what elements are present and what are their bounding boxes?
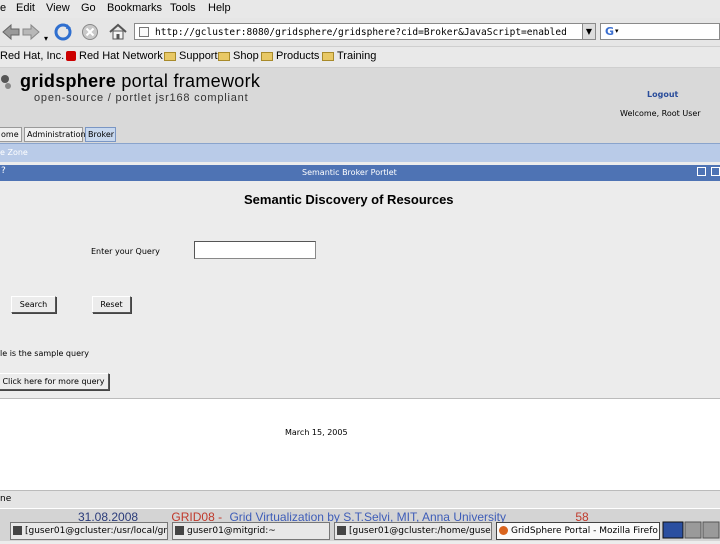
dropdown-arrow-icon[interactable]: ▾ bbox=[42, 27, 50, 49]
portal-title-rest: portal framework bbox=[116, 71, 261, 91]
menu-bar: e Edit View Go Bookmarks Tools Help bbox=[0, 0, 720, 18]
taskbar: 31.08.2008 GRID08 - Grid Virtualization … bbox=[0, 508, 720, 541]
page-footer: March 15, 2005 bbox=[0, 398, 720, 491]
portlet-title: Semantic Broker Portlet bbox=[302, 168, 397, 177]
bookmark-redhat-network[interactable]: Red Hat Network bbox=[66, 50, 163, 62]
tab-administration[interactable]: Administration bbox=[24, 127, 86, 142]
workspace-pager[interactable] bbox=[662, 521, 720, 541]
task-terminal-1[interactable]: [guser01@gcluster:/usr/local/grid bbox=[10, 522, 168, 540]
navigation-toolbar: ▾ http://gcluster:8080/gridsphere/gridsp… bbox=[0, 18, 720, 47]
footer-date: March 15, 2005 bbox=[285, 428, 348, 437]
help-icon[interactable]: ? bbox=[1, 166, 6, 176]
url-dropdown-icon[interactable]: ▼ bbox=[582, 23, 596, 40]
zone-bar: e Zone bbox=[0, 144, 720, 162]
forward-arrow-icon[interactable] bbox=[20, 21, 42, 43]
more-query-button[interactable]: Click here for more query bbox=[0, 373, 109, 390]
tab-welcome[interactable]: ome bbox=[0, 127, 22, 142]
portal-title: gridsphere portal framework bbox=[20, 71, 260, 92]
bookmark-label: Support bbox=[179, 50, 218, 62]
sample-query-text: le is the sample query bbox=[0, 349, 90, 358]
bookmark-label: Shop bbox=[233, 50, 259, 62]
reload-icon[interactable] bbox=[52, 21, 74, 43]
reset-button[interactable]: Reset bbox=[92, 296, 131, 313]
page-heading: Semantic Discovery of Resources bbox=[244, 192, 454, 207]
portlet-body: Semantic Discovery of Resources Enter yo… bbox=[0, 181, 720, 398]
search-engine-dropdown-icon[interactable]: ▾ bbox=[615, 27, 619, 35]
portal-tabs: ome Administration Broker bbox=[0, 126, 720, 144]
bookmark-label: Red Hat, Inc. bbox=[0, 50, 65, 62]
tab-broker[interactable]: Broker bbox=[85, 127, 116, 142]
welcome-text: Welcome, Root User bbox=[620, 109, 701, 118]
bookmark-support[interactable]: Support bbox=[164, 50, 218, 62]
minimize-icon[interactable] bbox=[697, 167, 706, 176]
menu-bookmarks[interactable]: Bookmarks bbox=[107, 2, 162, 14]
menu-view[interactable]: View bbox=[46, 2, 70, 14]
page-icon bbox=[139, 27, 149, 37]
portal-header: gridsphere portal framework open-source … bbox=[0, 68, 720, 126]
bookmark-products[interactable]: Products bbox=[261, 50, 319, 62]
stop-icon[interactable] bbox=[79, 21, 101, 43]
url-text: http://gcluster:8080/gridsphere/gridsphe… bbox=[155, 27, 567, 38]
search-field[interactable]: G ▾ bbox=[600, 23, 720, 40]
menu-edit[interactable]: Edit bbox=[16, 2, 35, 14]
query-input[interactable] bbox=[194, 241, 316, 259]
status-bar: ne bbox=[0, 490, 720, 509]
maximize-icon[interactable] bbox=[711, 167, 720, 176]
bookmark-label: Products bbox=[276, 50, 320, 62]
search-button[interactable]: Search bbox=[11, 296, 56, 313]
bookmark-training[interactable]: Training bbox=[322, 50, 376, 62]
back-arrow-icon[interactable] bbox=[0, 21, 22, 43]
terminal-icon bbox=[13, 526, 22, 535]
gridsphere-logo-icon bbox=[1, 75, 11, 89]
task-firefox[interactable]: GridSphere Portal - Mozilla Firefo bbox=[496, 522, 660, 540]
bookmark-redhat-inc[interactable]: Red Hat, Inc. bbox=[0, 50, 64, 62]
google-search-icon: G bbox=[605, 25, 615, 38]
status-text: ne bbox=[0, 494, 12, 504]
folder-icon bbox=[218, 51, 230, 61]
menu-help[interactable]: Help bbox=[208, 2, 231, 14]
menu-go[interactable]: Go bbox=[81, 2, 96, 14]
url-field[interactable]: http://gcluster:8080/gridsphere/gridsphe… bbox=[134, 23, 594, 40]
bookmark-shop[interactable]: Shop bbox=[218, 50, 259, 62]
task-label: guser01@mitgrid:~ bbox=[187, 526, 276, 536]
menu-tools[interactable]: Tools bbox=[170, 2, 196, 14]
firefox-icon bbox=[499, 526, 508, 535]
bookmarks-toolbar: Red Hat, Inc. Red Hat Network Support Sh… bbox=[0, 47, 720, 68]
folder-icon bbox=[164, 51, 176, 61]
task-label: [guser01@gcluster:/home/guser( bbox=[349, 526, 492, 536]
task-terminal-2[interactable]: guser01@mitgrid:~ bbox=[172, 522, 330, 540]
portlet-title-bar: ? Semantic Broker Portlet bbox=[0, 165, 720, 181]
folder-icon bbox=[261, 51, 273, 61]
bookmark-label: Red Hat Network bbox=[79, 50, 163, 62]
home-icon[interactable] bbox=[107, 21, 129, 43]
portal-title-bold: gridsphere bbox=[20, 71, 117, 91]
portal-subtitle: open-source / portlet jsr168 compliant bbox=[34, 92, 249, 104]
task-label: GridSphere Portal - Mozilla Firefo bbox=[511, 526, 658, 536]
menu-file[interactable]: e bbox=[0, 2, 6, 14]
terminal-icon bbox=[175, 526, 184, 535]
query-label: Enter your Query bbox=[91, 247, 160, 256]
redhat-icon bbox=[66, 51, 76, 61]
task-label: [guser01@gcluster:/usr/local/grid bbox=[25, 526, 168, 536]
logout-link[interactable]: Logout bbox=[647, 90, 678, 99]
zone-label[interactable]: e Zone bbox=[0, 148, 28, 157]
folder-icon bbox=[322, 51, 334, 61]
bookmark-label: Training bbox=[337, 50, 377, 62]
task-terminal-3[interactable]: [guser01@gcluster:/home/guser( bbox=[334, 522, 492, 540]
terminal-icon bbox=[337, 526, 346, 535]
